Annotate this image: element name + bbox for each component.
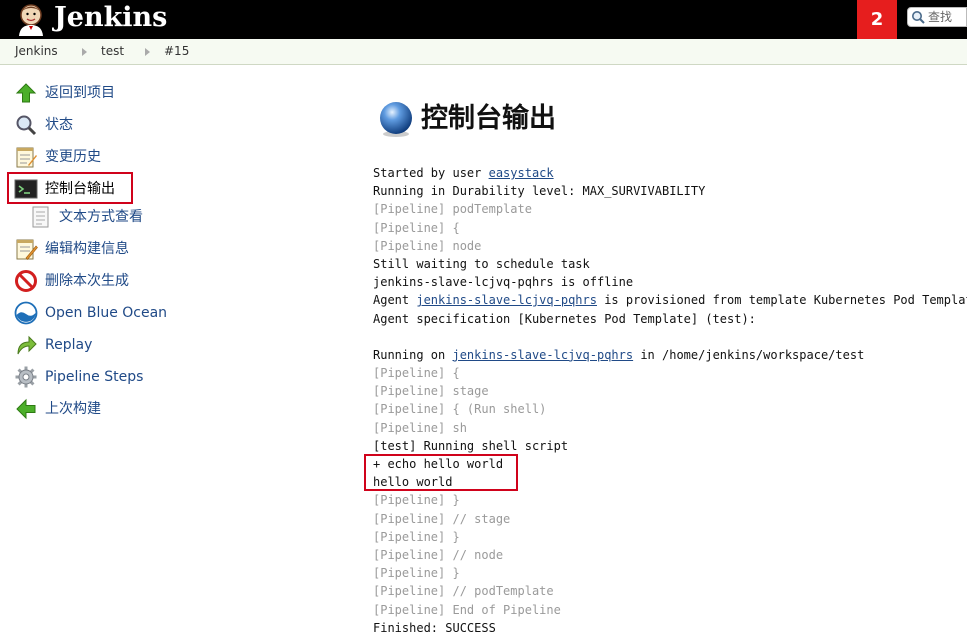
task-label[interactable]: 控制台输出 <box>45 177 115 201</box>
task-label[interactable]: Open Blue Ocean <box>45 301 167 325</box>
console-line: + echo hello world <box>373 455 967 473</box>
console-line: Still waiting to schedule task <box>373 255 967 273</box>
console-ball-icon <box>380 102 412 137</box>
console-text: [Pipeline] sh <box>373 420 467 435</box>
task-label[interactable]: 返回到项目 <box>45 81 115 105</box>
console-line: [Pipeline] sh <box>373 419 967 437</box>
console-text: [Pipeline] { (Run shell) <box>373 402 547 417</box>
replay-arrow-icon <box>17 335 37 355</box>
console-text: [Pipeline] { <box>373 220 460 235</box>
console-line: Started by user easystack <box>373 164 967 182</box>
console-line: [Pipeline] End of Pipeline <box>373 601 967 619</box>
breadcrumb-build-15[interactable]: #15 <box>164 39 189 64</box>
console-text: [Pipeline] // node <box>373 547 504 562</box>
console-line: [Pipeline] } <box>373 491 967 509</box>
console-text: Still waiting to schedule task <box>373 256 590 271</box>
blue-ocean-icon <box>14 301 38 325</box>
console-text: hello world <box>373 475 453 490</box>
console-line <box>373 328 967 346</box>
console-link[interactable]: jenkins-slave-lcjvq-pqhrs <box>452 348 633 362</box>
breadcrumb: Jenkins test #15 <box>0 39 967 65</box>
magnifier-icon <box>16 115 37 136</box>
console-text: [test] Running shell script <box>373 438 569 453</box>
breadcrumb-arrow-icon[interactable] <box>145 48 150 56</box>
console-text: [Pipeline] stage <box>373 384 489 399</box>
console-line: [test] Running shell script <box>373 437 967 455</box>
console-text: Agent <box>373 293 417 308</box>
task-label[interactable]: 文本方式查看 <box>59 205 143 229</box>
console-line: Agent specification [Kubernetes Pod Temp… <box>373 310 967 328</box>
console-line: [Pipeline] { <box>373 219 967 237</box>
console-line: [Pipeline] // stage <box>373 510 967 528</box>
document-icon <box>32 206 49 228</box>
task-label[interactable]: Replay <box>45 333 92 357</box>
console-line: [Pipeline] podTemplate <box>373 200 967 218</box>
console-text: [Pipeline] // podTemplate <box>373 584 554 599</box>
console-line: jenkins-slave-lcjvq-pqhrs is offline <box>373 273 967 291</box>
notification-badge[interactable]: 2 <box>857 0 897 39</box>
breadcrumb-test[interactable]: test <box>101 39 124 64</box>
breadcrumb-jenkins[interactable]: Jenkins <box>15 39 58 64</box>
console-link[interactable]: easystack <box>489 166 554 180</box>
page-title: 控制台输出 <box>421 103 556 134</box>
no-entry-icon <box>15 270 37 292</box>
search-box[interactable] <box>907 7 967 27</box>
console-text: [Pipeline] { <box>373 366 460 381</box>
search-input[interactable] <box>928 9 966 25</box>
console-text: Started by user <box>373 166 489 180</box>
task-label[interactable]: 状态 <box>45 113 73 137</box>
console-line: hello world <box>373 473 967 491</box>
console-output: Started by user easystack Running in Dura… <box>373 164 967 637</box>
console-link[interactable]: jenkins-slave-lcjvq-pqhrs <box>416 293 597 307</box>
console-line: [Pipeline] node <box>373 237 967 255</box>
left-arrow-icon <box>16 398 36 420</box>
console-text: [Pipeline] End of Pipeline <box>373 602 561 617</box>
console-text: [Pipeline] } <box>373 529 460 544</box>
console-line: [Pipeline] // node <box>373 546 967 564</box>
console-line: Finished: SUCCESS <box>373 619 967 637</box>
console-text: [Pipeline] podTemplate <box>373 202 532 217</box>
task-label[interactable]: 编辑构建信息 <box>45 237 129 261</box>
breadcrumb-arrow-icon[interactable] <box>82 48 87 56</box>
console-line: [Pipeline] } <box>373 564 967 582</box>
task-label[interactable]: 删除本次生成 <box>45 269 129 293</box>
console-line: [Pipeline] } <box>373 528 967 546</box>
console-text: [Pipeline] } <box>373 493 460 508</box>
console-text: in /home/jenkins/workspace/test <box>633 347 865 362</box>
console-text: Agent specification [Kubernetes Pod Temp… <box>373 311 756 326</box>
console-text: Finished: SUCCESS <box>373 620 496 635</box>
console-line: Agent jenkins-slave-lcjvq-pqhrs is provi… <box>373 291 967 309</box>
task-label[interactable]: Pipeline Steps <box>45 365 143 389</box>
console-line: [Pipeline] stage <box>373 382 967 400</box>
up-arrow-icon <box>15 83 37 103</box>
console-line: Running in Durability level: MAX_SURVIVA… <box>373 182 967 200</box>
task-label[interactable]: 变更历史 <box>45 145 101 169</box>
console-text: Running on <box>373 347 453 362</box>
console-line: Running on jenkins-slave-lcjvq-pqhrs in … <box>373 346 967 364</box>
console-line: [Pipeline] { (Run shell) <box>373 400 967 418</box>
console-text: [Pipeline] } <box>373 566 460 581</box>
search-icon <box>912 11 925 24</box>
jenkins-brand[interactable]: Jenkins <box>54 1 167 35</box>
console-text: Running in Durability level: MAX_SURVIVA… <box>373 184 706 199</box>
terminal-icon <box>14 179 38 199</box>
console-line: [Pipeline] { <box>373 364 967 382</box>
console-text: + echo hello world <box>373 457 504 471</box>
console-text: [Pipeline] node <box>373 238 482 253</box>
gear-icon <box>15 366 37 388</box>
header-bar: Jenkins 2 <box>0 0 967 39</box>
console-line: [Pipeline] // podTemplate <box>373 582 967 600</box>
notepad-icon <box>16 147 37 168</box>
task-label[interactable]: 上次构建 <box>45 397 101 421</box>
console-text: is provisioned from template Kubernetes … <box>596 293 967 308</box>
jenkins-butler-logo[interactable] <box>14 2 48 36</box>
console-text: jenkins-slave-lcjvq-pqhrs is offline <box>373 275 634 290</box>
console-text: [Pipeline] // stage <box>373 511 511 526</box>
notepad-pencil-icon <box>16 239 38 260</box>
